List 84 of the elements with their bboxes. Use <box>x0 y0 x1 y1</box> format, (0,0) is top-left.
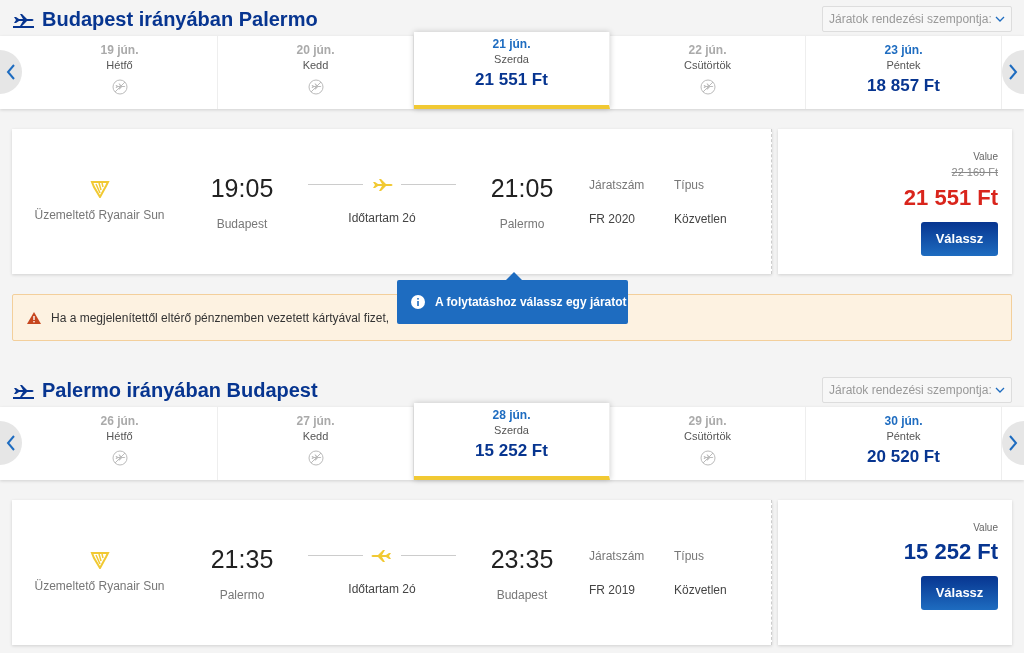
weekday: Csütörtök <box>682 429 733 444</box>
weekday: Hétfő <box>105 429 134 444</box>
alert-text: Ha a megjelenítettől eltérő pénznemben vezetett kártyával fizet, <box>51 309 390 327</box>
info-value: Közvetlen <box>674 581 728 599</box>
day-date: 19 jún. <box>99 42 140 58</box>
day-date: 27 jún. <box>295 413 336 429</box>
previous-button[interactable] <box>0 50 22 94</box>
harp-logo-icon <box>89 179 110 198</box>
no-flight-icon <box>699 79 716 95</box>
date-tab[interactable]: 21 jún. Szerda 21 551 Ft <box>414 32 610 109</box>
chevron-down-icon <box>995 387 1005 393</box>
day-date: 26 jún. <box>99 413 140 429</box>
weekday: Kedd <box>301 58 330 73</box>
operator-name: Üzemeltető Ryanair Sun <box>34 206 165 224</box>
day-price: 15 252 Ft <box>474 440 549 461</box>
day-date: 22 jún. <box>687 42 728 58</box>
tooltip-arrow <box>506 272 522 280</box>
duration: Időtartam 2ó <box>348 580 416 598</box>
chevron-right-icon <box>1008 435 1018 451</box>
date-tab[interactable]: 26 jún. Hétfő <box>22 407 218 480</box>
time: 21:35 <box>210 543 274 575</box>
day-date: 23 jún. <box>883 42 924 58</box>
info-value: FR 2019 <box>589 581 637 599</box>
chevron-right-icon <box>1008 64 1018 80</box>
info-label: Típus <box>674 176 705 194</box>
select-button[interactable]: Válassz <box>921 576 998 610</box>
price: 21 551 Ft <box>902 183 998 212</box>
chevron-left-icon <box>6 435 16 451</box>
no-flight-icon <box>307 79 324 95</box>
city: Budapest <box>216 216 268 234</box>
day-price: 20 520 Ft <box>866 446 941 467</box>
time: 21:05 <box>490 172 554 204</box>
city: Palermo <box>499 216 545 234</box>
warning-icon <box>27 311 41 324</box>
day-price: 18 857 Ft <box>866 75 941 96</box>
city: Palermo <box>219 587 265 605</box>
select-button[interactable]: Válassz <box>921 221 998 256</box>
price: 15 252 Ft <box>902 538 998 566</box>
info-icon <box>411 295 425 309</box>
route-title: Palermo irányában Budapest <box>42 378 318 403</box>
no-flight-icon <box>699 450 716 466</box>
day-date: 29 jún. <box>687 413 728 429</box>
day-date: 21 jún. <box>491 36 532 52</box>
fare-label: Value <box>972 521 998 535</box>
tooltip: A folytatáshoz válassz egy járatot <box>397 280 628 324</box>
weekday: Szerda <box>493 52 530 67</box>
time: 19:05 <box>210 172 274 204</box>
no-flight-icon <box>307 450 324 466</box>
info-value: Közvetlen <box>674 210 728 228</box>
date-tab[interactable]: 19 jún. Hétfő <box>22 36 218 109</box>
weekday: Kedd <box>301 429 330 444</box>
info-value: FR 2020 <box>589 210 637 228</box>
old-price: 22 169 Ft <box>950 165 998 180</box>
date-tab[interactable]: 28 jún. Szerda 15 252 Ft <box>414 403 610 480</box>
weekday: Péntek <box>885 429 922 444</box>
next-button[interactable] <box>1002 421 1024 465</box>
date-tab[interactable]: 30 jún. Péntek 20 520 Ft <box>806 407 1002 480</box>
time: 23:35 <box>490 543 554 575</box>
day-date: 30 jún. <box>883 413 924 429</box>
route-title: Budapest irányában Palermo <box>42 7 318 32</box>
info-label: Típus <box>674 547 705 565</box>
city: Budapest <box>496 587 548 605</box>
chevron-down-icon <box>995 16 1005 22</box>
chevron-left-icon <box>6 64 16 80</box>
day-date: 20 jún. <box>295 42 336 58</box>
date-tab[interactable]: 23 jún. Péntek 18 857 Ft <box>806 36 1002 109</box>
fare-label: Value <box>972 150 998 164</box>
next-button[interactable] <box>1002 50 1024 94</box>
day-price: 21 551 Ft <box>474 69 549 90</box>
weekday: Hétfő <box>105 58 134 73</box>
weekday: Szerda <box>493 423 530 438</box>
duration: Időtartam 2ó <box>348 209 416 227</box>
info-label: Járatszám <box>589 547 646 565</box>
weekday: Csütörtök <box>682 58 733 73</box>
info-label: Járatszám <box>589 176 646 194</box>
operator-name: Üzemeltető Ryanair Sun <box>34 577 165 595</box>
harp-logo-icon <box>89 550 110 569</box>
day-date: 28 jún. <box>491 407 532 423</box>
no-flight-icon <box>111 450 128 466</box>
weekday: Péntek <box>885 58 922 73</box>
previous-button[interactable] <box>0 421 22 465</box>
date-tab[interactable]: 22 jún. Csütörtök <box>610 36 806 109</box>
date-tab[interactable]: 29 jún. Csütörtök <box>610 407 806 480</box>
no-flight-icon <box>111 79 128 95</box>
